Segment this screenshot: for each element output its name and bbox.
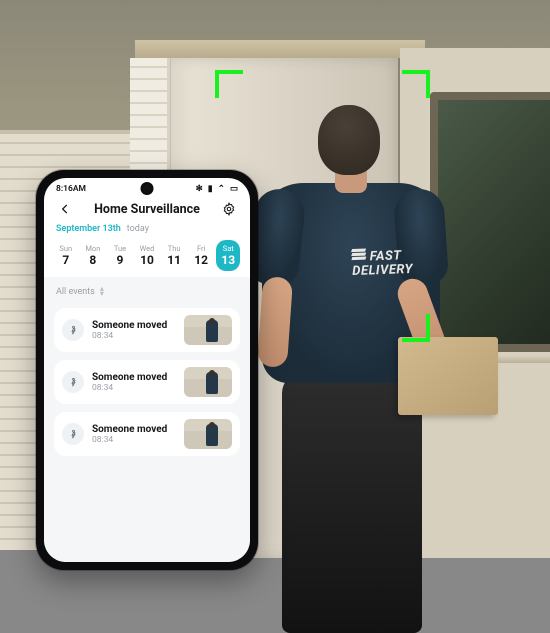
arrow-left-icon	[58, 202, 72, 216]
phone-frame: 8:16AM ✻ ▮ ⌃ ▭ Home Surveillance Septemb…	[36, 170, 258, 570]
calendar-num: 7	[62, 253, 69, 267]
shirt-logo: FAST DELIVERY	[351, 246, 413, 278]
calendar-num: 9	[117, 253, 124, 267]
status-time: 8:16AM	[56, 184, 86, 194]
events-list: Someone moved08:34Someone moved08:34Some…	[54, 308, 240, 456]
settings-button[interactable]	[220, 200, 238, 218]
event-title: Someone moved	[92, 372, 176, 383]
shirt-logo-line2: DELIVERY	[352, 262, 413, 279]
motion-icon	[62, 423, 84, 445]
calendar-day[interactable]: Mon8	[81, 240, 105, 271]
calendar-num: 11	[167, 253, 181, 267]
calendar-dow: Mon	[85, 244, 100, 253]
date-subhead: September 13th today	[44, 224, 250, 238]
gear-icon	[222, 202, 236, 216]
event-title: Someone moved	[92, 320, 176, 331]
bluetooth-icon: ✻	[196, 184, 203, 194]
battery-icon: ▭	[230, 184, 238, 194]
events-body: All events ▴▾ Someone moved08:34Someone …	[44, 277, 250, 562]
calendar-dow: Tue	[114, 244, 126, 253]
package-box	[398, 337, 498, 415]
app-header: Home Surveillance	[44, 196, 250, 224]
event-text: Someone moved08:34	[92, 320, 176, 341]
wifi-icon: ⌃	[218, 184, 225, 194]
calendar-dow: Fri	[197, 244, 205, 253]
event-card[interactable]: Someone moved08:34	[54, 360, 240, 404]
calendar-dow: Wed	[140, 244, 155, 253]
roof-trim	[135, 40, 425, 58]
event-card[interactable]: Someone moved08:34	[54, 412, 240, 456]
event-title: Someone moved	[92, 424, 176, 435]
page-title: Home Surveillance	[94, 202, 200, 217]
calendar-num: 12	[194, 253, 208, 267]
event-time: 08:34	[92, 331, 176, 341]
filter-label: All events	[56, 287, 95, 297]
event-text: Someone moved08:34	[92, 372, 176, 393]
calendar-dow: Sun	[59, 244, 72, 253]
shirt-logo-bars-icon	[351, 248, 365, 261]
event-text: Someone moved08:34	[92, 424, 176, 445]
calendar-day[interactable]: Fri12	[189, 240, 213, 271]
event-time: 08:34	[92, 383, 176, 393]
head	[318, 105, 380, 175]
calendar-dow: Sat	[223, 244, 234, 253]
motion-icon	[62, 319, 84, 341]
calendar-dow: Thu	[168, 244, 181, 253]
calendar-num: 13	[221, 253, 235, 267]
week-calendar: Sun7Mon8Tue9Wed10Thu11Fri12Sat13	[44, 238, 250, 277]
calendar-num: 8	[89, 253, 96, 267]
signal-icon: ▮	[208, 184, 213, 194]
back-button[interactable]	[56, 200, 74, 218]
event-time: 08:34	[92, 435, 176, 445]
status-icons: ✻ ▮ ⌃ ▭	[193, 184, 238, 194]
event-card[interactable]: Someone moved08:34	[54, 308, 240, 352]
event-thumbnail	[184, 315, 232, 345]
sort-icon: ▴▾	[100, 285, 104, 298]
calendar-day[interactable]: Tue9	[108, 240, 132, 271]
today-label: today	[127, 224, 149, 234]
current-date: September 13th	[56, 224, 121, 234]
events-filter[interactable]: All events ▴▾	[54, 285, 240, 300]
calendar-day[interactable]: Sat13	[216, 240, 240, 271]
calendar-day[interactable]: Sun7	[54, 240, 78, 271]
calendar-day[interactable]: Wed10	[135, 240, 159, 271]
calendar-num: 10	[140, 253, 154, 267]
phone-screen: 8:16AM ✻ ▮ ⌃ ▭ Home Surveillance Septemb…	[44, 178, 250, 562]
event-thumbnail	[184, 367, 232, 397]
front-camera-icon	[143, 184, 152, 193]
delivery-person: FAST DELIVERY	[240, 105, 450, 605]
motion-icon	[62, 371, 84, 393]
forearm-left	[257, 276, 293, 368]
calendar-day[interactable]: Thu11	[162, 240, 186, 271]
event-thumbnail	[184, 419, 232, 449]
